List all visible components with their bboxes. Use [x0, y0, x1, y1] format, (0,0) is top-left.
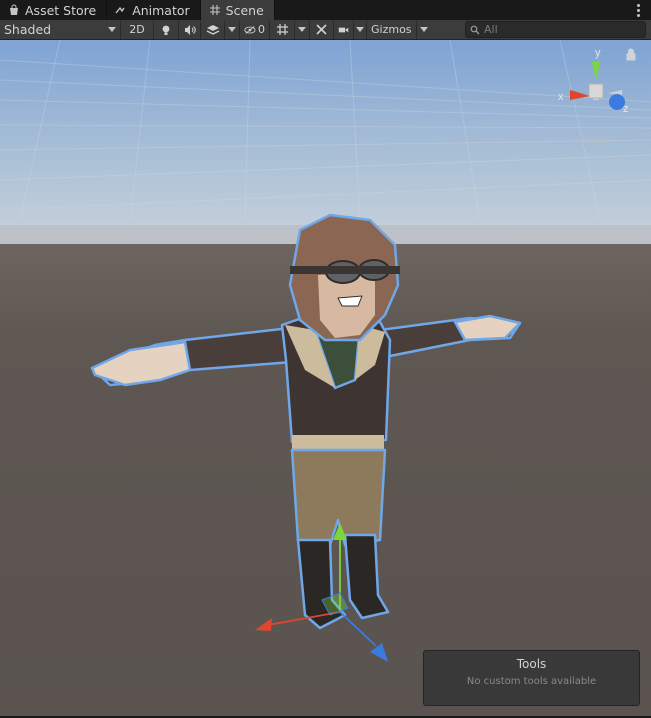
camera-settings-button[interactable] — [333, 20, 353, 39]
lightbulb-icon — [162, 25, 170, 35]
camera-dropdown-button[interactable] — [353, 20, 366, 39]
scene-toolbar: Shaded 2D 0 Gizmos — [0, 20, 651, 40]
tools-overlay-message: No custom tools available — [466, 676, 597, 687]
grid-toggle-button[interactable] — [269, 20, 294, 39]
chevron-down-icon — [298, 27, 306, 32]
tab-animator[interactable]: Animator — [107, 0, 201, 20]
orientation-gizmo[interactable]: y x z — [552, 40, 642, 130]
draw-mode-label: Shaded — [4, 22, 52, 37]
chevron-down-icon — [356, 27, 364, 32]
tab-label: Asset Store — [25, 2, 97, 18]
hidden-count: 0 — [258, 23, 265, 36]
tab-label: Scene — [225, 2, 264, 18]
tools-overlay[interactable]: Tools No custom tools available — [423, 650, 640, 706]
tab-label: Animator — [132, 2, 190, 18]
toggle-2d-label: 2D — [129, 23, 145, 36]
projection-label: Persp — [581, 133, 612, 146]
tools-overlay-title: Tools — [516, 657, 547, 671]
effects-dropdown-button[interactable] — [224, 20, 239, 39]
gizmo-z-label: z — [623, 103, 629, 115]
search-input[interactable] — [484, 23, 634, 36]
tools-icon — [316, 24, 327, 35]
mouth — [337, 295, 363, 307]
editor-tab-bar: Asset Store Animator Scene — [0, 0, 651, 20]
gizmos-label: Gizmos — [371, 23, 412, 36]
layers-icon — [206, 24, 219, 35]
scene-visibility-button[interactable]: 0 — [239, 20, 269, 39]
audio-toggle-button[interactable] — [178, 20, 200, 39]
animator-icon — [115, 4, 127, 16]
tab-scene[interactable]: Scene — [200, 0, 275, 20]
bag-icon — [8, 4, 20, 16]
eye-crossed-icon — [244, 25, 256, 34]
draw-mode-dropdown[interactable]: Shaded — [0, 21, 120, 39]
tab-asset-store[interactable]: Asset Store — [0, 0, 108, 20]
chevron-down-icon — [419, 27, 428, 32]
gizmos-button[interactable]: Gizmos — [366, 20, 416, 39]
lighting-toggle-button[interactable] — [153, 20, 178, 39]
toggle-2d-button[interactable]: 2D — [120, 20, 153, 39]
grid-dropdown-button[interactable] — [294, 20, 309, 39]
gizmos-dropdown-button[interactable] — [416, 20, 430, 39]
gizmo-y-cone[interactable] — [592, 62, 600, 80]
search-icon — [470, 25, 480, 34]
gizmo-x-label: x — [558, 91, 564, 103]
effects-toggle-button[interactable] — [200, 20, 224, 39]
lock-icon[interactable] — [626, 48, 636, 61]
grid-icon — [209, 4, 221, 16]
gizmo-x-cone[interactable] — [570, 90, 590, 100]
scene-render — [0, 40, 651, 716]
projection-toggle[interactable]: ‹ Persp — [575, 133, 612, 146]
scene-viewport[interactable]: y x z ‹ Persp Tools No custom tools avai… — [0, 40, 651, 716]
chevron-left-icon: ‹ — [575, 133, 580, 146]
camera-icon — [338, 27, 349, 32]
gizmo-center-cube[interactable] — [588, 83, 604, 99]
speaker-icon — [184, 24, 196, 35]
component-tools-button[interactable] — [309, 20, 333, 39]
chevron-down-icon — [108, 27, 116, 32]
more-options-icon[interactable] — [633, 2, 643, 18]
gizmo-y-label: y — [595, 47, 601, 59]
grid-snap-icon — [276, 24, 288, 35]
chevron-down-icon — [228, 27, 236, 32]
scene-search[interactable] — [465, 21, 646, 38]
